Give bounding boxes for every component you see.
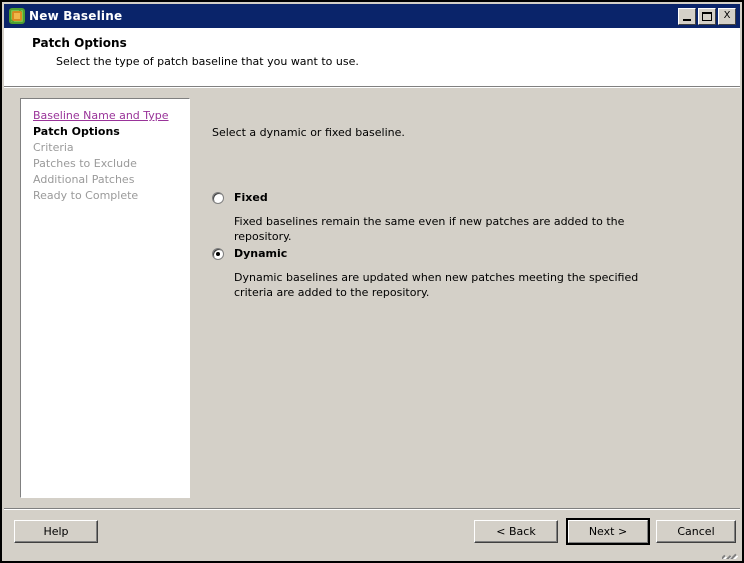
baseline-icon bbox=[9, 8, 25, 24]
option-fixed-label: Fixed bbox=[234, 191, 268, 204]
wizard-step-list: Baseline Name and Type Patch Options Cri… bbox=[20, 98, 190, 498]
maximize-button[interactable] bbox=[698, 7, 716, 25]
close-button[interactable]: X bbox=[718, 7, 736, 25]
sidebar-item-ready-to-complete: Ready to Complete bbox=[33, 189, 139, 202]
help-button[interactable]: Help bbox=[14, 520, 98, 543]
minimize-icon bbox=[683, 18, 691, 21]
option-dynamic[interactable]: Dynamic Dynamic baselines are updated wh… bbox=[212, 247, 712, 300]
option-fixed[interactable]: Fixed Fixed baselines remain the same ev… bbox=[212, 191, 712, 244]
content-intro-text: Select a dynamic or fixed baseline. bbox=[212, 126, 405, 139]
new-baseline-dialog: New Baseline X Patch Options Select the … bbox=[0, 0, 744, 563]
option-dynamic-label: Dynamic bbox=[234, 247, 288, 260]
minimize-button[interactable] bbox=[678, 7, 696, 25]
window-title: New Baseline bbox=[29, 9, 123, 23]
radio-dynamic[interactable] bbox=[212, 248, 224, 260]
page-title: Patch Options bbox=[32, 36, 127, 50]
next-button[interactable]: Next > bbox=[566, 518, 650, 545]
option-dynamic-description: Dynamic baselines are updated when new p… bbox=[234, 271, 639, 299]
resize-grip[interactable] bbox=[722, 543, 738, 559]
dialog-footer: Help < Back Next > Cancel bbox=[4, 510, 740, 561]
back-button[interactable]: < Back bbox=[474, 520, 558, 543]
sidebar-item-baseline-name-and-type[interactable]: Baseline Name and Type bbox=[33, 108, 189, 124]
dialog-body: Baseline Name and Type Patch Options Cri… bbox=[4, 88, 740, 508]
window-controls: X bbox=[678, 7, 738, 25]
page-subtitle: Select the type of patch baseline that y… bbox=[56, 55, 359, 68]
radio-fixed[interactable] bbox=[212, 192, 224, 204]
sidebar-item-additional-patches: Additional Patches bbox=[33, 173, 135, 186]
sidebar-item-patch-options[interactable]: Patch Options bbox=[33, 124, 189, 140]
content-pane: Select a dynamic or fixed baseline. Fixe… bbox=[200, 98, 730, 498]
option-fixed-description: Fixed baselines remain the same even if … bbox=[234, 215, 625, 243]
sidebar-item-criteria: Criteria bbox=[33, 141, 74, 154]
sidebar-item-patches-to-exclude: Patches to Exclude bbox=[33, 157, 137, 170]
cancel-button[interactable]: Cancel bbox=[656, 520, 736, 543]
next-button-label: Next > bbox=[568, 520, 648, 543]
title-bar: New Baseline X bbox=[4, 4, 740, 28]
wizard-header: Patch Options Select the type of patch b… bbox=[4, 28, 740, 86]
maximize-icon bbox=[702, 11, 712, 21]
close-icon: X bbox=[723, 10, 731, 21]
